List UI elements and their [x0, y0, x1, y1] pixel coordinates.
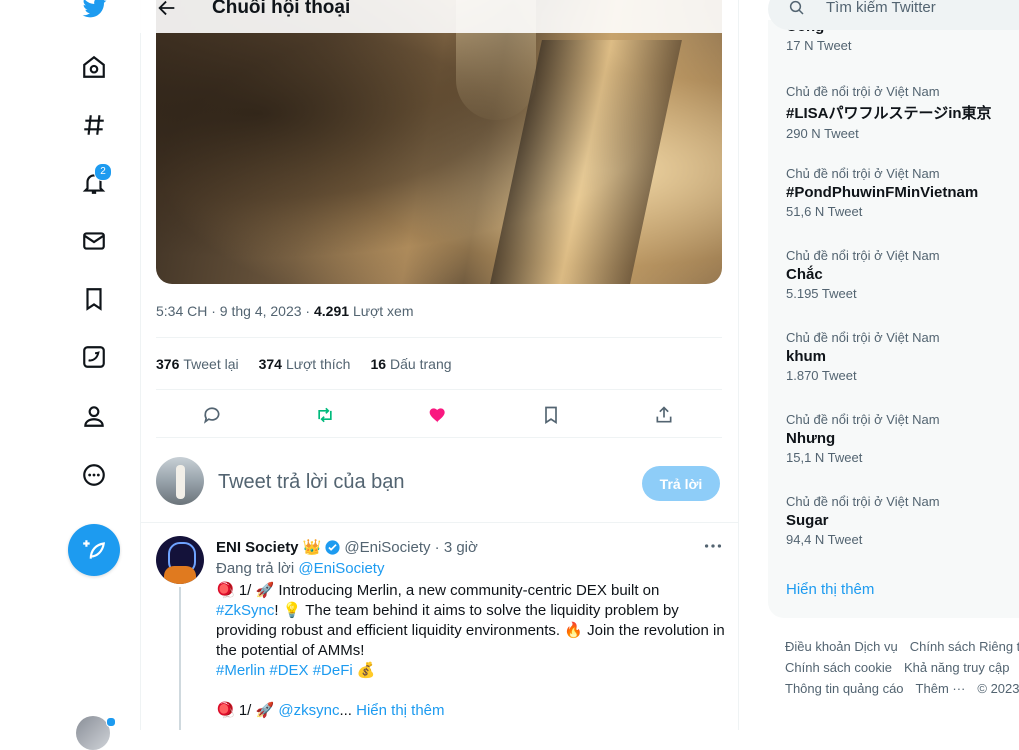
divider [156, 337, 722, 338]
bookmark-icon[interactable] [540, 404, 562, 426]
feather-plus-icon [83, 540, 106, 559]
trend-item[interactable]: Chủ đề nổi trội ở Việt Nam #LISAパワフルステージi… [786, 84, 992, 141]
tweet-stats: 376 Tweet lại 374 Lượt thích 16 Dấu trang [156, 356, 452, 372]
tweet-text: 🪀 1/ 🚀 Introducing Merlin, a new communi… [216, 582, 725, 719]
notification-badge: 2 [94, 163, 112, 181]
author-handle[interactable]: @EniSociety [344, 539, 430, 556]
trend-item[interactable]: Chủ đề nổi trội ở Việt Nam khum 1.870 Twee… [786, 330, 940, 383]
share-icon[interactable] [653, 404, 675, 426]
compose-tweet-button[interactable] [68, 524, 120, 576]
page-title: Chuỗi hội thoại [212, 0, 351, 18]
reply-icon[interactable] [201, 404, 223, 426]
messages-envelope-icon[interactable] [80, 227, 108, 255]
page-header: Chuỗi hội thoại [140, 0, 738, 33]
views-count: 4.291 [314, 303, 350, 319]
trend-item[interactable]: Chủ đề nổi trội ở Việt Nam Chắc 5.195 Twee… [786, 248, 940, 301]
reply-user-avatar [156, 457, 204, 505]
back-arrow-icon[interactable] [156, 0, 178, 19]
reply-button[interactable]: Trả lời [642, 466, 720, 501]
replying-to: Đang trả lời @EniSociety [216, 560, 385, 577]
tweet-media-image[interactable] [156, 0, 722, 284]
tweet-line: ! 💡 The team behind it aims to solve the… [216, 602, 725, 659]
footer-link-cookie[interactable]: Chính sách cookie [785, 660, 892, 675]
tweet-line: 🪀 1/ 🚀 [216, 702, 275, 719]
retweet-icon[interactable] [314, 404, 336, 426]
trend-item[interactable]: Chủ đề nổi trội ở Việt Nam Sugar 94,4 N Tw… [786, 494, 940, 547]
replying-to-handle[interactable]: @EniSociety [298, 560, 384, 577]
reply-input[interactable]: Tweet trả lời của bạn [218, 471, 405, 494]
trends-panel: Công 17 N Tweet Chủ đề nổi trội ở Việt N… [768, 18, 1019, 618]
left-nav: 2 [0, 0, 141, 750]
hashtags[interactable]: #Merlin #DEX #DeFi [216, 662, 353, 679]
more-options-circle-icon[interactable] [80, 461, 108, 489]
footer-link-more[interactable]: Thêm ··· [916, 681, 966, 696]
show-more-link[interactable]: Hiển thị thêm [356, 702, 444, 719]
more-horizontal-icon[interactable] [702, 535, 724, 557]
twitter-blue-icon[interactable] [80, 343, 108, 371]
retweets-stat[interactable]: 376 Tweet lại [156, 356, 239, 372]
notifications-bell-icon[interactable]: 2 [80, 163, 112, 197]
search-icon [789, 0, 804, 15]
home-icon[interactable] [80, 53, 108, 81]
footer-copyright: © 2023 [977, 681, 1019, 696]
mention-zksync[interactable]: @zksync [278, 702, 339, 719]
footer-link-ads-info[interactable]: Thông tin quảng cáo [785, 681, 904, 696]
divider [156, 437, 722, 438]
tweet-line: 🪀 1/ 🚀 Introducing Merlin, a new communi… [216, 582, 660, 599]
likes-stat[interactable]: 374 Lượt thích [259, 356, 351, 372]
hashtag-zksync[interactable]: #ZkSync [216, 602, 274, 619]
trend-item[interactable]: Chủ đề nổi trội ở Việt Nam #PondPhuwinFMi… [786, 166, 978, 219]
crown-emoji: 👑 [302, 539, 322, 556]
money-emoji: 💰 [356, 662, 376, 679]
bookmarks-stat[interactable]: 16 Dấu trang [370, 356, 451, 372]
footer-link-accessibility[interactable]: Khả năng truy cập [904, 660, 1010, 675]
tweet-timestamp[interactable]: 5:34 CH · 9 thg 4, 2023 [156, 303, 302, 319]
profile-person-icon[interactable] [80, 402, 108, 430]
author-name[interactable]: ENI Society [216, 539, 299, 556]
main-column: Chuỗi hội thoại 5:34 CH · 9 thg 4, 2023 … [140, 0, 739, 730]
footer-link-privacy[interactable]: Chính sách Riêng tư [910, 639, 1019, 654]
trend-item[interactable]: Chủ đề nổi trội ở Việt Nam Nhưng 15,1 N Tw… [786, 412, 940, 465]
bookmarks-icon[interactable] [80, 285, 108, 313]
tweet-meta: 5:34 CH · 9 thg 4, 2023 · 4.291 Lượt xem [156, 303, 414, 319]
account-status-dot [106, 717, 116, 727]
search-input[interactable]: Tìm kiếm Twitter [826, 0, 936, 16]
author-avatar[interactable] [156, 536, 204, 584]
trends-show-more-link[interactable]: Hiển thị thêm [786, 581, 874, 598]
account-avatar[interactable] [76, 716, 110, 750]
footer-links: Điều khoản Dịch vụ Chính sách Riêng tư Ch… [785, 636, 1019, 699]
divider [156, 389, 722, 390]
twitter-logo-icon[interactable] [80, 0, 108, 22]
tweet-header: ENI Society 👑 @EniSociety · 3 giờ [216, 538, 478, 557]
explore-hashtag-icon[interactable] [80, 111, 108, 139]
tweet-time[interactable]: · 3 giờ [435, 539, 478, 556]
footer-link-terms[interactable]: Điều khoản Dịch vụ [785, 639, 898, 654]
views-label: Lượt xem [352, 303, 414, 319]
verified-badge-icon [325, 539, 340, 555]
thread-line [179, 587, 181, 730]
divider [140, 522, 738, 523]
like-heart-icon[interactable] [427, 404, 449, 426]
